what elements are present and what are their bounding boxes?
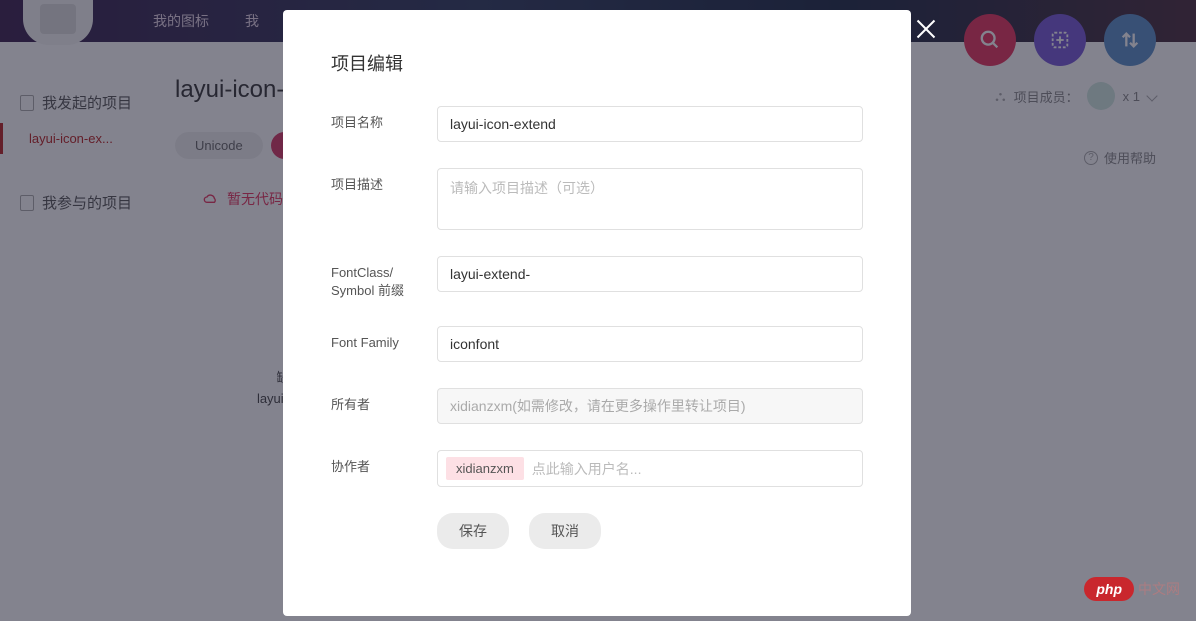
php-text: 中文网 bbox=[1138, 579, 1180, 599]
label-prefix: FontClass/ Symbol 前缀 bbox=[331, 256, 437, 300]
label-project-name: 项目名称 bbox=[331, 106, 437, 132]
input-project-desc[interactable] bbox=[437, 168, 863, 230]
cancel-button[interactable]: 取消 bbox=[529, 513, 601, 549]
input-project-name[interactable] bbox=[437, 106, 863, 142]
input-font-family[interactable] bbox=[437, 326, 863, 362]
project-edit-modal: 项目编辑 项目名称 项目描述 FontClass/ Symbol 前缀 Font… bbox=[283, 10, 911, 616]
label-project-desc: 项目描述 bbox=[331, 168, 437, 194]
collaborator-tag[interactable]: xidianzxm bbox=[446, 457, 524, 480]
input-prefix[interactable] bbox=[437, 256, 863, 292]
label-owner: 所有者 bbox=[331, 388, 437, 414]
label-collaborator: 协作者 bbox=[331, 450, 437, 476]
collaborator-box[interactable]: xidianzxm bbox=[437, 450, 863, 487]
save-button[interactable]: 保存 bbox=[437, 513, 509, 549]
input-collaborator[interactable] bbox=[532, 461, 854, 477]
close-button[interactable] bbox=[911, 15, 941, 45]
input-owner bbox=[437, 388, 863, 424]
modal-title: 项目编辑 bbox=[331, 50, 863, 76]
label-font-family: Font Family bbox=[331, 326, 437, 352]
php-watermark: php 中文网 bbox=[1084, 577, 1180, 601]
php-pill: php bbox=[1084, 577, 1134, 601]
